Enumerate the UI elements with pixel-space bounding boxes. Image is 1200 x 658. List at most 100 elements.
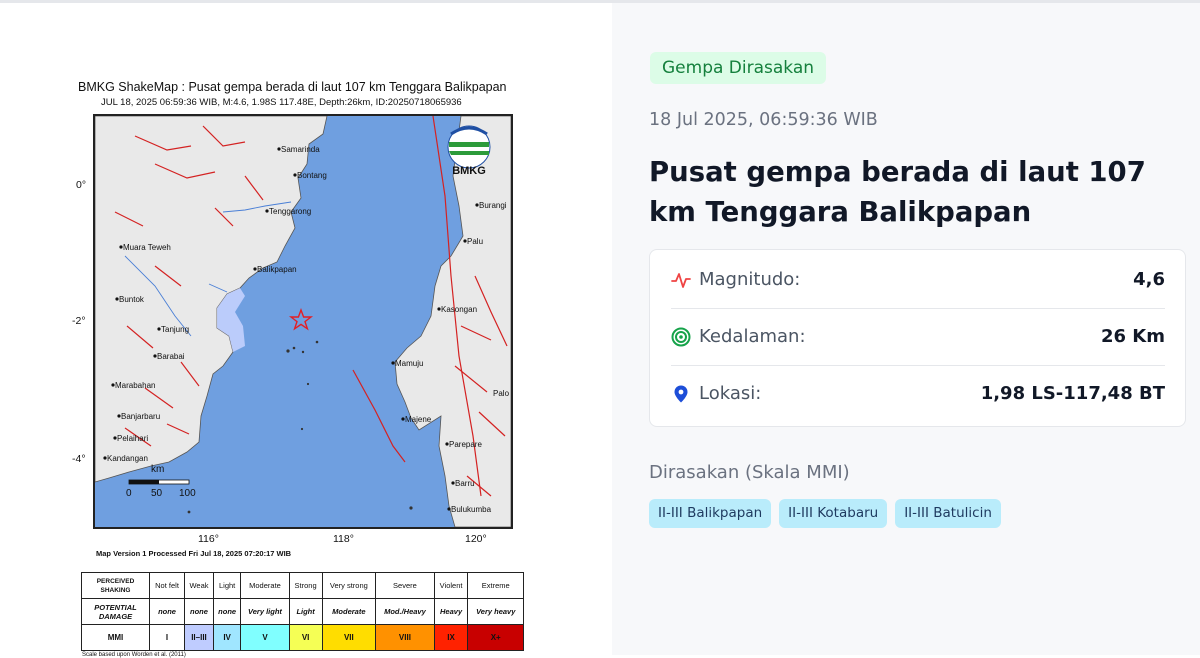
- detail-value: 26 Km: [1100, 326, 1165, 347]
- legend-cell: Strong: [288, 572, 323, 599]
- shakemap-panel: BMKG ShakeMap : Pusat gempa berada di la…: [0, 3, 612, 658]
- legend-cell: Heavy: [433, 598, 469, 625]
- city-dot: [115, 297, 119, 301]
- map-graphic: BMKG Samarinda Bontang Tenggarong Muara …: [95, 116, 511, 527]
- felt-area-chip: II-III Kotabaru: [779, 499, 888, 528]
- island: [306, 382, 310, 386]
- island: [286, 349, 290, 353]
- earthquake-info-panel: Gempa Dirasakan 18 Jul 2025, 06:59:36 WI…: [612, 3, 1200, 655]
- city-label: Parepare: [449, 440, 482, 449]
- city-dot: [447, 507, 451, 511]
- city-dot: [117, 414, 121, 418]
- legend-cell: Extreme: [467, 572, 524, 599]
- island: [315, 340, 319, 344]
- legend-header: POTENTIAL DAMAGE: [81, 598, 150, 625]
- scale-note: Scale based upon Worden et al. (2011): [82, 652, 186, 658]
- legend-cell: none: [148, 598, 186, 625]
- mmi-cell: IX: [433, 624, 469, 651]
- city-label: Banjarbaru: [121, 412, 160, 421]
- bmkg-logo-text: BMKG: [452, 165, 486, 177]
- island: [301, 350, 305, 354]
- x-tick-label: 120°: [465, 533, 487, 545]
- y-tick-label: 0°: [76, 179, 87, 191]
- city-label: Barabai: [157, 352, 185, 361]
- shakemap-title: BMKG ShakeMap : Pusat gempa berada di la…: [78, 80, 507, 94]
- detail-label: Lokasi:: [699, 383, 762, 404]
- legend-header: MMI: [81, 624, 150, 651]
- mmi-cell: VI: [288, 624, 323, 651]
- legend-row-damage: POTENTIAL DAMAGE none none none Very lig…: [81, 598, 524, 625]
- legend-row-shaking: PERCEIVED SHAKING Not felt Weak Light Mo…: [81, 572, 524, 599]
- mmi-cell: II–III: [184, 624, 214, 651]
- legend-cell: Severe: [375, 572, 435, 599]
- city-dot: [293, 173, 297, 177]
- city-dot: [437, 307, 441, 311]
- mmi-cell: VIII: [375, 624, 435, 651]
- city-label: Muara Teweh: [123, 243, 171, 252]
- island: [409, 506, 413, 510]
- legend-cell: Very light: [240, 598, 290, 625]
- city-label: Buntok: [119, 295, 145, 304]
- bmkg-logo: BMKG: [447, 125, 491, 177]
- shakemap-image: BMKG ShakeMap : Pusat gempa berada di la…: [68, 71, 538, 658]
- city-label: Kasongan: [441, 305, 477, 314]
- city-label: Marabahan: [115, 381, 155, 390]
- island: [187, 510, 191, 514]
- city-label: Tanjung: [161, 325, 189, 334]
- event-datetime: 18 Jul 2025, 06:59:36 WIB: [649, 110, 878, 130]
- city-label: Tenggarong: [269, 207, 311, 216]
- city-label: Pelaihari: [117, 434, 148, 443]
- mmi-cell: IV: [212, 624, 242, 651]
- city-label: Barru: [455, 479, 475, 488]
- legend-cell: Moderate: [240, 572, 290, 599]
- legend-cell: Very heavy: [467, 598, 524, 625]
- city-dot: [253, 267, 257, 271]
- map-area: BMKG Samarinda Bontang Tenggarong Muara …: [93, 114, 513, 529]
- target-icon: [671, 327, 691, 347]
- x-tick-label: 118°: [333, 533, 354, 545]
- legend-cell: Violent: [433, 572, 469, 599]
- city-dot: [157, 327, 161, 331]
- mmi-cell: VII: [321, 624, 377, 651]
- mmi-cell: V: [240, 624, 290, 651]
- city-dot: [103, 456, 107, 460]
- city-dot: [265, 209, 269, 213]
- legend-cell: Moderate: [321, 598, 377, 625]
- y-tick-label: -4°: [72, 453, 86, 465]
- city-label: Balikpapan: [257, 265, 297, 274]
- city-label: Palo: [493, 389, 510, 398]
- legend-cell: none: [184, 598, 214, 625]
- island: [292, 346, 296, 350]
- legend-cell: Mod./Heavy: [375, 598, 435, 625]
- shakemap-subtitle: JUL 18, 2025 06:59:36 WIB, M:4.6, 1.98S …: [101, 97, 462, 108]
- x-tick-label: 116°: [198, 533, 219, 545]
- detail-row-depth: Kedalaman: 26 Km: [671, 309, 1165, 366]
- legend-row-mmi: MMI I II–III IV V VI VII VIII IX X+: [81, 624, 524, 651]
- scale-label: 100: [179, 488, 196, 499]
- legend-cell: Light: [288, 598, 323, 625]
- city-dot: [119, 245, 123, 249]
- city-dot: [463, 239, 467, 243]
- detail-row-location: Lokasi: 1,98 LS-117,48 BT: [671, 366, 1165, 423]
- legend-cell: Weak: [184, 572, 214, 599]
- detail-value: 4,6: [1133, 269, 1165, 290]
- sulawesi-land: [394, 116, 511, 527]
- city-dot: [391, 361, 395, 365]
- legend-cell: Not felt: [148, 572, 186, 599]
- felt-areas: II-III Balikpapan II-III Kotabaru II-III…: [649, 499, 1001, 528]
- legend-header: PERCEIVED SHAKING: [81, 572, 150, 599]
- legend-cell: none: [212, 598, 242, 625]
- city-label: Palu: [467, 237, 483, 246]
- map-pin-icon: [674, 385, 688, 403]
- detail-label: Kedalaman:: [699, 326, 806, 347]
- city-label: Kandangan: [107, 454, 148, 463]
- legend-cell: Very strong: [321, 572, 377, 599]
- scale-label: 0: [126, 488, 132, 499]
- event-headline: Pusat gempa berada di laut 107 km Tengga…: [649, 156, 1146, 228]
- city-label: Bontang: [297, 171, 327, 180]
- felt-area-chip: II-III Batulicin: [895, 499, 1001, 528]
- city-label: Bulukumba: [451, 505, 492, 514]
- city-label: Samarinda: [281, 145, 320, 154]
- city-dot: [445, 442, 449, 446]
- city-dot: [111, 383, 115, 387]
